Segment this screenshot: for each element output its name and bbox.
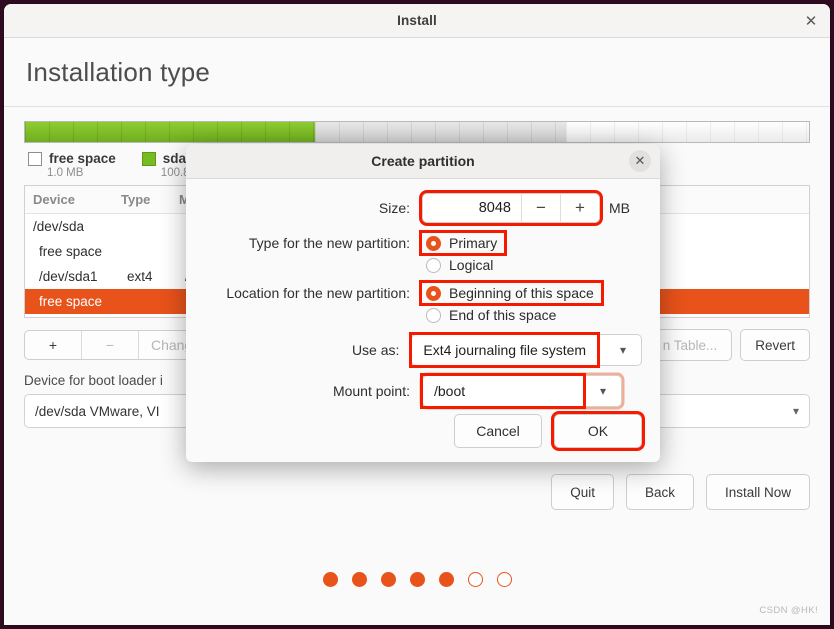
dialog-titlebar: Create partition ✕ — [186, 144, 660, 179]
radio-label-logical: Logical — [449, 257, 494, 273]
ok-button[interactable]: OK — [554, 414, 642, 448]
use-as-label: Use as: — [351, 342, 400, 358]
progress-dot — [438, 572, 454, 587]
create-partition-dialog: Create partition ✕ Size: 8048 − + MB Typ… — [186, 144, 660, 462]
radio-selected-icon — [426, 285, 441, 301]
chevron-down-icon: ▾ — [619, 343, 627, 357]
legend-label-free-space: free space — [49, 151, 116, 166]
location-row-beginning: Location for the new partition: Beginnin… — [204, 283, 642, 303]
legend-item-free-space: free space 1.0 MB — [28, 151, 116, 179]
new-partition-table-button[interactable]: n Table... — [647, 329, 733, 361]
add-partition-button[interactable]: + — [25, 331, 82, 359]
remove-partition-button[interactable]: − — [82, 331, 139, 359]
radio-label-primary: Primary — [449, 235, 498, 251]
progress-dot — [351, 572, 367, 587]
chevron-down-icon: ▾ — [599, 384, 607, 398]
progress-dot — [409, 572, 425, 587]
cell-device: /dev/sda1 — [39, 269, 98, 284]
chevron-down-icon: ▾ — [792, 404, 799, 418]
quit-button[interactable]: Quit — [551, 474, 614, 510]
window-title: Install — [397, 13, 437, 28]
dialog-title: Create partition — [371, 153, 475, 169]
progress-dot — [467, 572, 483, 587]
size-label: Size: — [378, 200, 410, 216]
wizard-actions: Quit Back Install Now — [551, 474, 810, 510]
partition-segment-sda1 — [25, 122, 316, 142]
page-header: Installation type — [4, 38, 830, 107]
legend-swatch-sda1 — [141, 151, 156, 166]
installer-window: Install ✕ Installation type free space 1… — [4, 4, 830, 625]
size-stepper[interactable]: 8048 − + — [422, 193, 600, 223]
close-icon[interactable]: ✕ — [629, 150, 651, 172]
watermark: CSDN @HK! — [759, 605, 818, 616]
legend-size-free-space: 1.0 MB — [47, 167, 84, 179]
radio-unselected-icon — [426, 257, 441, 273]
mount-point-row: Mount point: /boot ▾ — [204, 375, 642, 407]
revert-button[interactable]: Revert — [740, 329, 810, 361]
progress-dots — [4, 572, 830, 587]
partition-bar — [24, 121, 810, 143]
size-unit-label: MB — [609, 200, 630, 216]
radio-location-beginning[interactable]: Beginning of this space — [422, 283, 601, 303]
type-label: Type for the new partition: — [248, 235, 410, 251]
partition-segment-unallocated — [565, 122, 809, 142]
cell-type: ext4 — [127, 269, 153, 284]
mount-point-label: Mount point: — [332, 383, 410, 399]
mount-point-select[interactable]: /boot ▾ — [422, 375, 622, 407]
back-button[interactable]: Back — [625, 474, 694, 510]
use-as-value: Ext4 journaling file system — [412, 335, 597, 365]
window-titlebar: Install ✕ — [4, 4, 830, 38]
column-header-device: Device — [33, 192, 75, 207]
cell-device: free space — [39, 294, 103, 309]
radio-location-end[interactable]: End of this space — [422, 305, 563, 325]
progress-dot — [496, 572, 512, 587]
type-row-primary: Type for the new partition: Primary — [204, 233, 642, 253]
radio-selected-icon — [426, 235, 441, 251]
location-label: Location for the new partition: — [226, 285, 410, 301]
column-header-type: Type — [121, 192, 151, 207]
radio-type-logical[interactable]: Logical — [422, 255, 500, 275]
dialog-footer: Cancel OK — [454, 414, 642, 448]
mount-point-value[interactable]: /boot — [423, 376, 583, 406]
size-decrement-button[interactable]: − — [521, 194, 560, 222]
radio-unselected-icon — [426, 307, 441, 323]
page-title: Installation type — [26, 56, 211, 87]
progress-dot — [322, 572, 338, 587]
screen: Install ✕ Installation type free space 1… — [0, 0, 834, 629]
cell-device: free space — [39, 244, 103, 259]
close-icon[interactable]: ✕ — [800, 10, 822, 32]
use-as-row: Use as: Ext4 journaling file system ▾ — [204, 334, 642, 366]
radio-label-beginning: Beginning of this space — [449, 285, 594, 301]
progress-dot — [380, 572, 396, 587]
type-row-logical: Logical — [204, 255, 642, 275]
size-input[interactable]: 8048 — [423, 200, 521, 216]
legend-swatch-free-space — [28, 151, 42, 166]
radio-label-end: End of this space — [449, 307, 557, 323]
cell-device: /dev/sda — [33, 219, 85, 234]
boot-loader-value: /dev/sda VMware, VI — [35, 403, 160, 419]
size-increment-button[interactable]: + — [560, 194, 599, 222]
use-as-select[interactable]: Ext4 journaling file system ▾ — [411, 334, 642, 366]
install-now-button[interactable]: Install Now — [705, 474, 810, 510]
radio-type-primary[interactable]: Primary — [422, 233, 504, 253]
cancel-button[interactable]: Cancel — [454, 414, 542, 448]
partition-segment-free-space — [315, 122, 566, 142]
size-row: Size: 8048 − + MB — [204, 193, 642, 223]
location-row-end: End of this space — [204, 305, 642, 325]
dialog-body: Size: 8048 − + MB Type for the new parti… — [186, 179, 660, 407]
